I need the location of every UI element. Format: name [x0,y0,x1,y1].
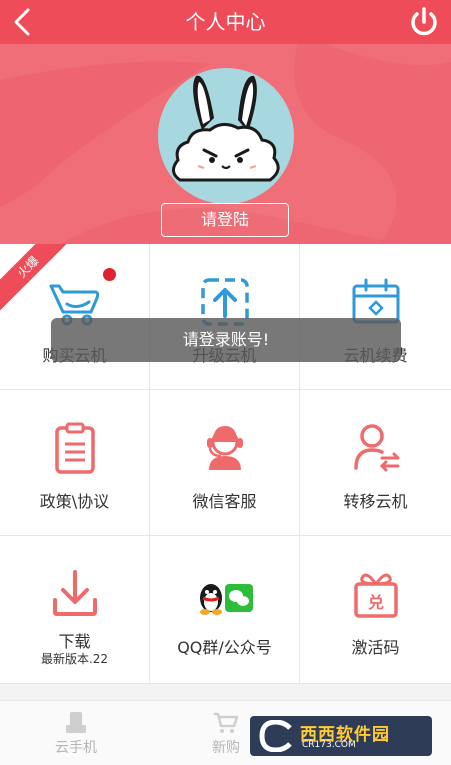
tab-label: 云手机 [55,740,97,756]
customer-service-headset-icon [206,426,243,470]
grid-item-label: 转移云机 [343,492,408,511]
watermark-logo: 西西软件园 CR173.COM [250,716,432,756]
grid-item-label: 微信客服 [192,492,257,511]
grid-item-download[interactable]: 下载 最新版本.22 [0,536,150,684]
power-icon[interactable] [407,4,441,40]
watermark-c-icon [259,720,292,752]
grid-item-renew[interactable]: 云机续费 [300,244,451,390]
cart-icon [214,712,239,733]
hot-badge: 火爆 [0,244,70,314]
grid-item-activation-code[interactable]: 兑 激活码 [300,536,451,684]
grid-item-wechat-service[interactable]: 微信客服 [150,390,300,536]
grid-item-label: 政策\协议 [39,492,110,511]
avatar[interactable] [158,68,294,204]
grid-item-qq-group[interactable]: QQ群/公众号 [150,536,300,684]
user-transfer-icon [353,424,399,472]
phone-device-icon [66,712,86,733]
grid-item-label: 下载 [58,632,91,651]
gift-redeem-icon: 兑 [353,573,398,618]
grid-item-transfer[interactable]: 转移云机 [300,390,451,536]
page-title: 个人中心 [185,10,266,34]
hot-badge-label: 火爆 [0,244,70,314]
download-icon [52,570,97,616]
grid-item-label: 激活码 [351,638,400,657]
tab-cloud-phone[interactable]: 云手机 [16,701,136,765]
clipboard-document-icon [54,422,95,474]
notification-dot [103,268,116,281]
qq-wechat-icon [199,584,253,615]
grid-item-label: QQ群/公众号 [177,638,272,657]
divider [0,684,451,700]
svg-text:兑: 兑 [367,593,383,612]
login-button[interactable]: 请登陆 [161,203,289,237]
grid-item-upgrade[interactable]: 升级云机 [150,244,300,390]
top-bar: 个人中心 [0,0,451,44]
bunny-avatar-icon [172,75,280,182]
grid-item-policy[interactable]: 政策\协议 [0,390,150,536]
toast-message: 请登录账号! [51,318,401,362]
version-label: 最新版本.22 [40,652,109,666]
profile-banner: 请登陆 [0,44,451,244]
watermark-sub: CR173.COM [302,740,356,750]
